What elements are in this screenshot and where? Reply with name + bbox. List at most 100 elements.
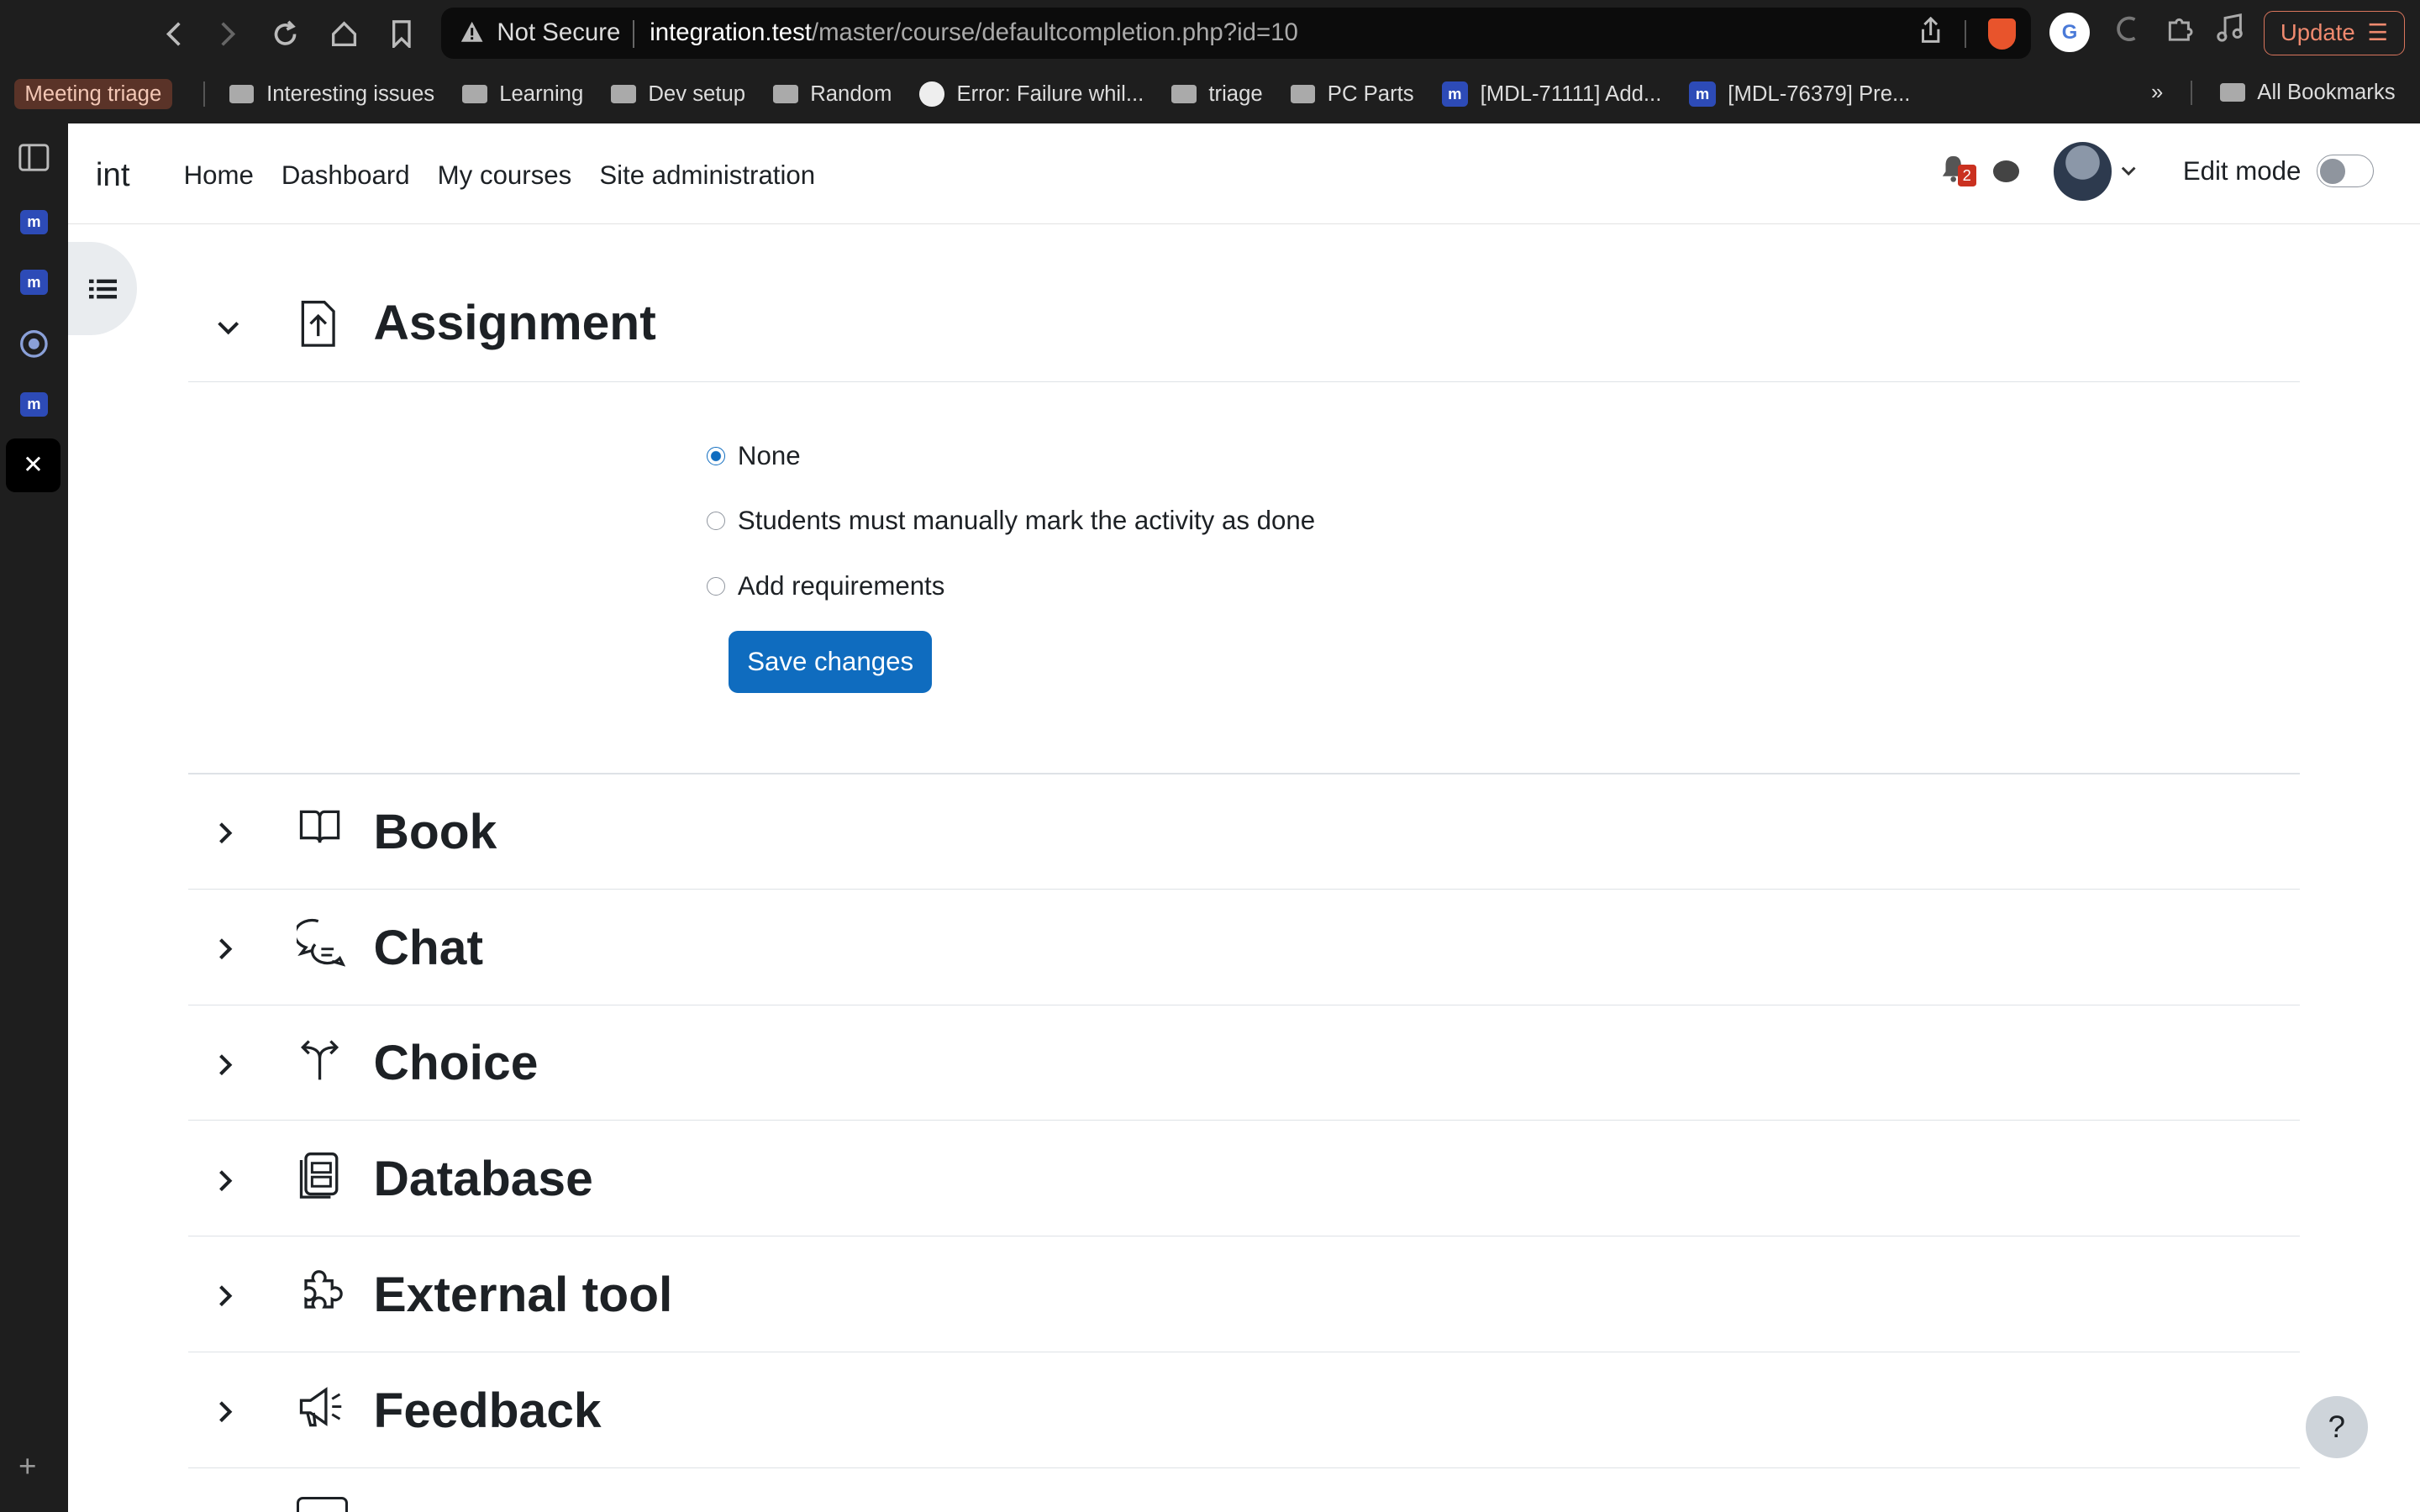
chevron-right-icon[interactable]	[216, 1162, 234, 1201]
folder-icon	[229, 85, 255, 104]
chevron-right-icon[interactable]	[216, 931, 234, 970]
all-bookmarks-label: All Bookmarks	[2257, 80, 2396, 104]
chevron-down-icon[interactable]	[2121, 160, 2136, 182]
bookmark-item[interactable]: Random	[773, 82, 892, 107]
bookmark-icon[interactable]	[380, 13, 423, 55]
bookmark-item[interactable]: PC Parts	[1290, 81, 1414, 107]
translate-extension-icon[interactable]: G	[2049, 12, 2090, 53]
radio-button[interactable]	[707, 576, 726, 596]
bookmark-label: [MDL-71111] Add...	[1480, 81, 1662, 106]
extension-icon[interactable]	[2112, 13, 2143, 51]
folder-icon	[462, 85, 487, 104]
browser-toolbar: Not Secure integration.test/master/cours…	[0, 0, 2420, 123]
reload-icon[interactable]	[264, 13, 307, 55]
bookmark-label: Dev setup	[648, 81, 746, 106]
completion-option-requirements[interactable]: Add requirements	[707, 571, 944, 601]
section-choice[interactable]: Choice	[188, 1006, 2300, 1121]
github-icon	[919, 81, 944, 107]
address-bar[interactable]: Not Secure integration.test/master/cours…	[441, 8, 2032, 59]
bookmark-item[interactable]: triage	[1171, 81, 1263, 107]
not-secure-label[interactable]: Not Secure	[497, 18, 620, 47]
bookmark-label: Interesting issues	[266, 81, 435, 106]
media-icon[interactable]	[2216, 13, 2244, 51]
bookmark-label: [MDL-76379] Pre...	[1728, 81, 1911, 106]
option-label: Students must manually mark the activity…	[737, 506, 1316, 536]
folder-icon	[1171, 85, 1197, 104]
update-label: Update	[2280, 19, 2355, 46]
all-bookmarks-button[interactable]: All Bookmarks	[2220, 80, 2396, 105]
browser-side-panel: m m m ✕ +	[0, 123, 68, 1512]
nav-site-administration[interactable]: Site administration	[599, 160, 815, 191]
bookmark-label: PC Parts	[1327, 81, 1414, 106]
help-button[interactable]: ?	[2306, 1396, 2368, 1458]
moodle-tab-icon[interactable]: m	[18, 267, 50, 298]
section-title: Database	[373, 1152, 593, 1207]
moodle-icon: m	[1441, 81, 1468, 107]
moodle-page: int Home Dashboard My courses Site admin…	[67, 123, 2420, 1512]
user-avatar[interactable]	[2053, 141, 2112, 201]
section-title: Assignment	[373, 295, 656, 350]
option-label: None	[737, 441, 801, 471]
url-separator	[633, 19, 634, 48]
bookmark-item[interactable]: Interesting issues	[229, 82, 434, 107]
section-feedback[interactable]: Feedback	[188, 1353, 2300, 1468]
bookmark-meeting-triage[interactable]: Meeting triage	[13, 78, 173, 110]
site-brand[interactable]: int	[96, 157, 130, 194]
notifications-button[interactable]: 2	[1941, 155, 1976, 188]
course-index-drawer-button[interactable]	[67, 242, 138, 335]
megaphone-icon	[297, 1383, 343, 1433]
brave-shield-icon[interactable]	[1987, 18, 2016, 50]
save-changes-button[interactable]: Save changes	[728, 631, 933, 693]
completion-option-manual[interactable]: Students must manually mark the activity…	[707, 506, 1315, 536]
chevron-down-icon[interactable]	[216, 306, 240, 345]
moodle-tab-icon[interactable]: m	[18, 389, 50, 420]
assignment-icon	[297, 299, 343, 349]
moodle-tab-icon[interactable]: m	[18, 207, 50, 238]
radio-button[interactable]	[707, 512, 726, 531]
divider	[2191, 80, 2193, 105]
chat-icon	[292, 918, 345, 968]
section-external-tool[interactable]: External tool	[188, 1237, 2300, 1352]
book-icon	[297, 806, 343, 855]
nav-home[interactable]: Home	[184, 160, 254, 191]
url-host: integration.test	[650, 18, 812, 47]
puzzle-extensions-icon[interactable]	[2164, 13, 2195, 51]
home-icon[interactable]	[323, 13, 366, 55]
section-book[interactable]: Book	[188, 774, 2300, 890]
moodle-circle-tab-icon[interactable]	[18, 328, 50, 360]
add-panel-icon[interactable]: +	[18, 1449, 36, 1484]
chevron-right-icon[interactable]	[216, 815, 234, 854]
nav-my-courses[interactable]: My courses	[438, 160, 572, 191]
divider	[203, 81, 205, 107]
sidebar-toggle-icon[interactable]	[18, 142, 50, 173]
messages-icon[interactable]	[1992, 160, 2020, 182]
bookmark-label: triage	[1208, 81, 1263, 106]
bookmark-item[interactable]: Error: Failure whil...	[919, 81, 1144, 107]
nav-dashboard[interactable]: Dashboard	[281, 160, 410, 191]
bookmarks-overflow-button[interactable]: »	[2151, 81, 2163, 105]
moodle-icon: m	[1689, 81, 1716, 107]
section-chat[interactable]: Chat	[188, 890, 2300, 1005]
forward-icon[interactable]	[207, 13, 250, 55]
list-icon	[88, 279, 117, 299]
update-button[interactable]: Update ☰	[2264, 10, 2405, 56]
share-icon[interactable]	[1918, 16, 1943, 51]
radio-button[interactable]	[707, 447, 726, 466]
bookmark-item[interactable]: m [MDL-71111] Add...	[1441, 81, 1662, 107]
chevron-right-icon[interactable]	[216, 1394, 234, 1433]
bookmark-label: Error: Failure whil...	[956, 81, 1144, 106]
bookmark-item[interactable]: Dev setup	[611, 82, 745, 107]
bookmark-item[interactable]: m [MDL-76379] Pre...	[1689, 81, 1911, 107]
option-label: Add requirements	[737, 570, 945, 601]
url-text[interactable]: integration.test/master/course/defaultco…	[650, 18, 1298, 47]
completion-option-none[interactable]: None	[707, 441, 801, 471]
chevron-right-icon[interactable]	[216, 1046, 234, 1085]
chevron-right-icon[interactable]	[216, 1278, 234, 1317]
back-icon[interactable]	[151, 13, 194, 55]
bookmark-item[interactable]: Learning	[462, 82, 583, 107]
folder-icon	[2220, 83, 2245, 102]
section-title: Chat	[373, 920, 484, 975]
section-database[interactable]: Database	[188, 1121, 2300, 1237]
edit-mode-toggle[interactable]	[2316, 155, 2374, 188]
close-icon[interactable]: ✕	[6, 438, 60, 492]
